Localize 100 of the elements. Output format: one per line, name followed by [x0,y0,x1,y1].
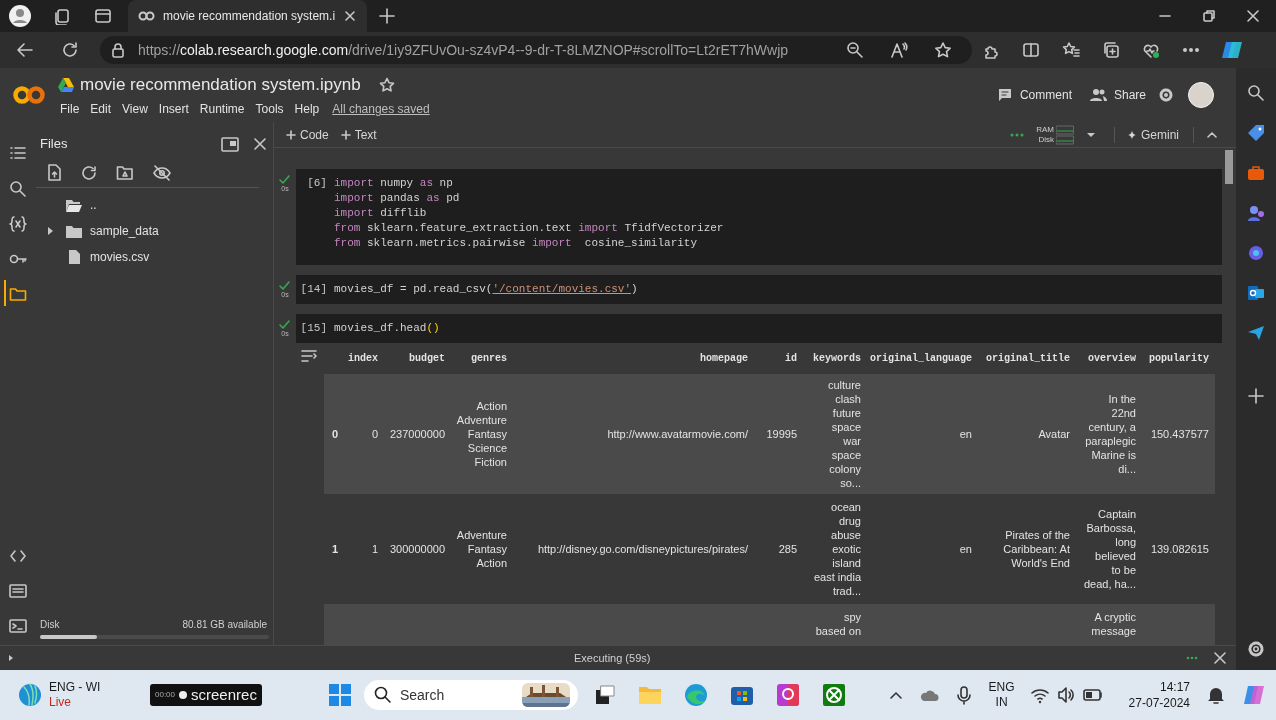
app-icon[interactable] [775,683,800,707]
settings-icon[interactable] [1158,87,1174,103]
restore-icon[interactable] [1202,9,1216,23]
colab-logo-icon [138,9,155,23]
terminal-icon[interactable] [9,617,27,635]
file-tree-item[interactable]: movies.csv [36,244,273,270]
tag-icon[interactable] [1247,124,1265,142]
code-line: movies_df.head() [334,321,440,336]
dropdown-icon[interactable] [1086,130,1096,139]
close-window-icon[interactable] [1246,9,1260,23]
language-indicator[interactable]: ENG IN [988,680,1015,710]
settings-icon[interactable] [1247,640,1265,658]
close-icon[interactable] [253,137,267,151]
profile-icon[interactable] [8,4,32,28]
refresh-icon[interactable] [81,164,97,181]
notification-bell-icon[interactable] [1206,685,1226,705]
wifi-icon[interactable] [1030,686,1049,704]
favorite-star-icon[interactable] [934,41,952,59]
zoom-out-icon[interactable] [846,41,864,59]
language-text: IN [995,695,1008,710]
code-cell[interactable]: [14] movies_df = pd.read_csv('/content/movies.csv') [296,275,1222,304]
scrollbar-thumb[interactable] [1225,150,1233,184]
battery-icon[interactable] [1082,686,1103,704]
refresh-icon[interactable] [60,40,80,60]
menu-item[interactable]: Runtime [199,100,245,119]
browser-tab[interactable]: movie recommendation system.i [128,0,368,32]
save-status-link[interactable]: All changes saved [332,100,430,119]
collapse-icon[interactable] [1206,129,1218,140]
menu-item[interactable]: Help [294,100,320,119]
add-icon[interactable] [1248,388,1264,404]
task-view-icon[interactable] [593,684,616,706]
collapsed-caret-icon[interactable] [46,226,54,236]
send-icon[interactable] [1247,324,1265,342]
volume-icon[interactable] [1056,686,1075,704]
expand-caret-icon[interactable] [8,654,14,662]
recorder-badge[interactable]: 00:00 screenrec [150,684,262,706]
add-cell-button[interactable]: Text [340,125,377,144]
search-icon[interactable] [1247,84,1265,102]
table-cell: 285 [778,542,797,556]
menu-item[interactable]: Tools [255,100,284,119]
disk-label: Disk [40,618,61,632]
drive-icon [58,77,74,92]
notebook-title[interactable]: movie recommendation system.ipynb [80,71,361,98]
clock[interactable]: 14:17 27-07-2024 [1128,679,1190,711]
show-hidden-icons-icon[interactable] [888,690,903,700]
record-icon [178,690,189,700]
file-tree-item[interactable]: .. [36,192,273,218]
variables-icon[interactable] [9,214,27,233]
back-icon[interactable] [15,40,35,60]
table-cell: 300000000 [389,542,445,556]
share-button[interactable]: Share [1089,86,1146,104]
collections-icon[interactable] [1102,41,1120,59]
done-check-icon [279,175,291,184]
table-cell: en [959,427,972,441]
open-in-tab-icon[interactable] [221,135,239,153]
address-field[interactable]: https://colab.research.google.com/drive/1iy9ZFUvOu-sz4vP4--9-dr-T-8LMZNOP#scrollTo=Lt2rET7hWwjp [100,36,972,64]
favorites-icon[interactable] [1062,41,1080,59]
mail-icon[interactable] [1247,284,1265,302]
resources-button[interactable]: RAM Disk [1036,124,1074,145]
read-aloud-icon[interactable] [890,41,908,59]
hidden-files-icon[interactable] [153,163,171,182]
search-icon[interactable] [9,179,27,198]
person-icon[interactable] [1247,204,1265,222]
close-icon[interactable] [1214,652,1226,664]
menu-item[interactable]: View [122,100,148,119]
code-cell[interactable]: [15] movies_df.head() [296,314,1222,343]
add-cell-button[interactable]: Code [286,125,329,144]
gemini-button[interactable]: Gemini [1127,125,1179,144]
comment-icon [996,87,1013,103]
microphone-icon[interactable] [954,685,973,705]
tab-actions-icon[interactable] [94,7,112,25]
xbox-icon[interactable] [821,683,846,707]
orbit-icon[interactable] [1247,244,1265,262]
mount-drive-icon[interactable] [116,164,134,181]
menu-item[interactable]: Insert [158,100,189,119]
weather-icon[interactable] [18,683,42,707]
menu-item[interactable]: File [60,100,80,119]
split-screen-icon[interactable] [1022,41,1040,59]
close-icon[interactable] [343,9,358,23]
search-field[interactable]: Search [363,680,578,710]
start-icon[interactable] [327,683,352,707]
code-line: from sklearn.metrics.pairwise import cosine_similarity [334,236,699,251]
command-palette-icon[interactable] [9,582,27,600]
usage-graph-icon [1056,124,1074,145]
code-cell[interactable]: [6] import numpy as np import pandas as pd import difflib from sklearn.feature_extraction.text import TfidfVectorizer from sklearn.metrics.pairwise import cosine_similarity [296,169,1222,265]
code-snippets-icon[interactable] [9,547,27,565]
output-actions-icon[interactable] [301,349,317,363]
menu-item[interactable]: Edit [90,100,112,119]
column-header: genres [451,343,513,374]
edge-icon[interactable] [683,683,708,707]
account-avatar[interactable] [1188,82,1214,108]
briefcase-icon[interactable] [1247,164,1265,182]
star-icon[interactable] [378,76,395,93]
file-tree-item[interactable]: sample_data [36,218,273,244]
date-text: 27-07-2024 [1128,695,1190,711]
column-header: index [348,343,384,374]
workspaces-icon[interactable] [52,7,70,25]
new-tab-icon[interactable] [379,8,396,24]
upload-file-icon[interactable] [46,164,62,181]
comment-button[interactable]: Comment [996,86,1072,104]
